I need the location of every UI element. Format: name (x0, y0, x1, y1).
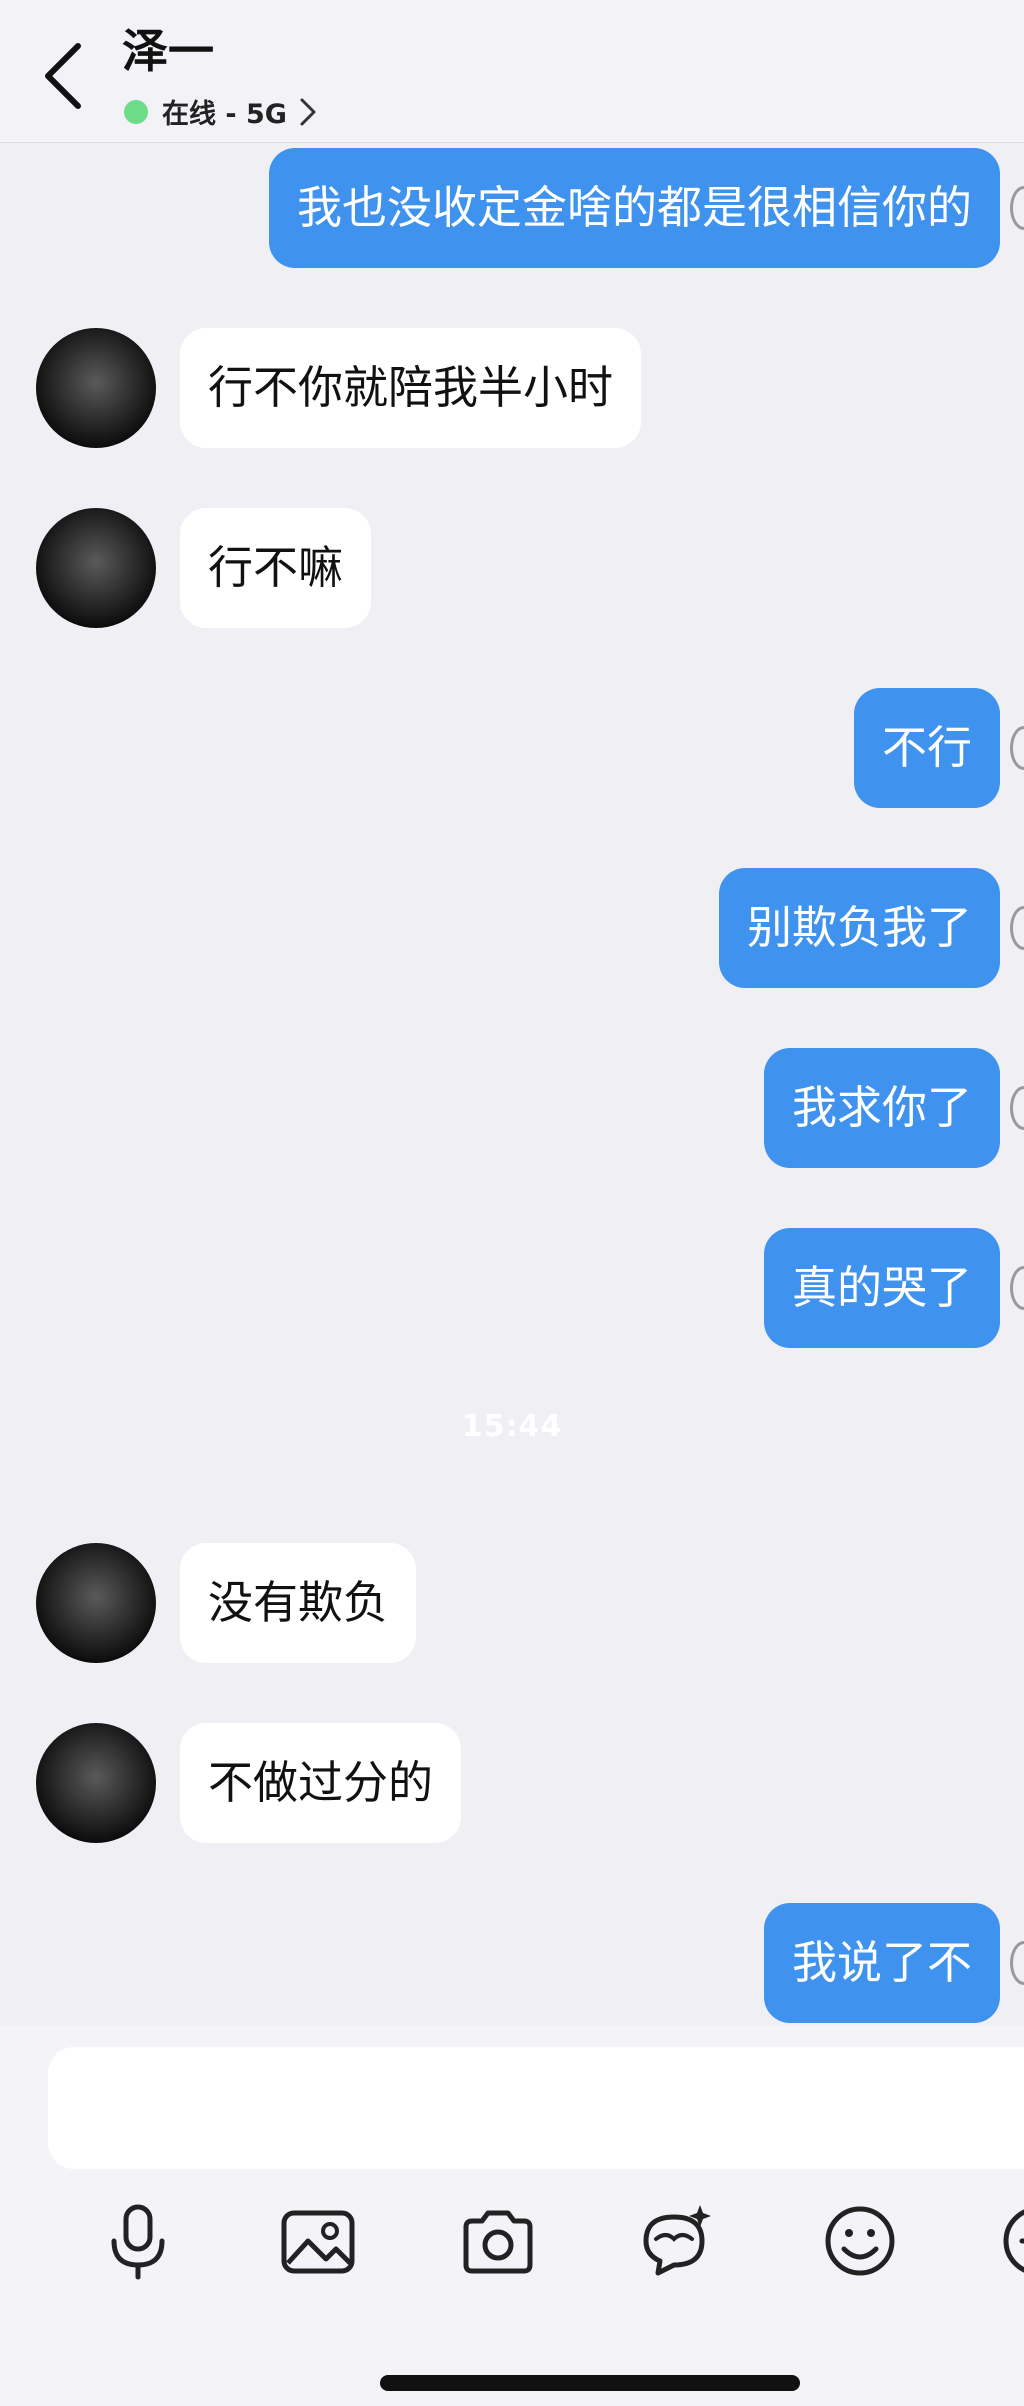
message-timestamp: 15:44 (461, 1409, 563, 1444)
outgoing-message-bubble[interactable]: 我也没收定金啥的都是很相信你的 (268, 148, 1000, 268)
back-arrow-icon[interactable] (36, 38, 92, 114)
contact-avatar[interactable] (36, 1723, 156, 1843)
online-status[interactable]: 在线 - 5G (124, 92, 317, 131)
message-row: 真的哭了 (0, 1228, 1024, 1348)
camera-icon[interactable] (458, 2201, 538, 2281)
chat-header: 泽一 在线 - 5G (0, 0, 1024, 143)
message-row: 我求你了 (0, 1048, 1024, 1168)
message-row: 行不嘛 (0, 508, 1024, 628)
composer-panel (0, 2025, 1024, 2406)
chevron-right-icon (300, 98, 316, 125)
outgoing-message-bubble[interactable]: 我说了不 (763, 1903, 1000, 2023)
outgoing-message-bubble[interactable]: 我求你了 (763, 1048, 1000, 1168)
read-status-icon (1010, 1266, 1024, 1310)
contact-avatar[interactable] (36, 1543, 156, 1663)
composer-toolbar (0, 2201, 1024, 2291)
outgoing-message-bubble[interactable]: 不行 (853, 688, 1000, 808)
incoming-message-bubble[interactable]: 行不你就陪我半小时 (180, 328, 642, 448)
contact-avatar[interactable] (36, 328, 156, 448)
message-row: 不做过分的 (0, 1723, 1024, 1843)
outgoing-message-bubble[interactable]: 别欺负我了 (718, 868, 1000, 988)
status-text: 在线 - 5G (162, 99, 287, 130)
outgoing-message-bubble[interactable]: 真的哭了 (763, 1228, 1000, 1348)
home-indicator[interactable] (380, 2375, 800, 2391)
incoming-message-bubble[interactable]: 不做过分的 (180, 1723, 462, 1843)
read-status-icon (1010, 906, 1024, 950)
emoji-icon[interactable] (820, 2201, 900, 2281)
message-input[interactable] (48, 2047, 1024, 2169)
more-icon[interactable] (998, 2201, 1024, 2281)
message-row: 没有欺负 (0, 1543, 1024, 1663)
message-row: 不行 (0, 688, 1024, 808)
message-row: 行不你就陪我半小时 (0, 328, 1024, 448)
message-row: 我也没收定金啥的都是很相信你的 (0, 148, 1024, 268)
contact-avatar[interactable] (36, 508, 156, 628)
message-list[interactable]: 我也没收定金啥的都是很相信你的 行不你就陪我半小时 行不嘛 不行 别欺负我了 我… (0, 143, 1024, 2025)
read-status-icon (1010, 186, 1024, 230)
incoming-message-bubble[interactable]: 行不嘛 (180, 508, 372, 628)
read-status-icon (1010, 726, 1024, 770)
read-status-icon (1010, 1941, 1024, 1985)
ai-sticker-icon[interactable] (636, 2201, 716, 2281)
image-icon[interactable] (278, 2201, 358, 2281)
message-row: 我说了不 (0, 1903, 1024, 2023)
contact-name[interactable]: 泽一 (122, 28, 214, 74)
message-row: 别欺负我了 (0, 868, 1024, 988)
microphone-icon[interactable] (98, 2201, 178, 2281)
incoming-message-bubble[interactable]: 没有欺负 (180, 1543, 417, 1663)
read-status-icon (1010, 1086, 1024, 1130)
online-dot-icon (124, 99, 148, 124)
